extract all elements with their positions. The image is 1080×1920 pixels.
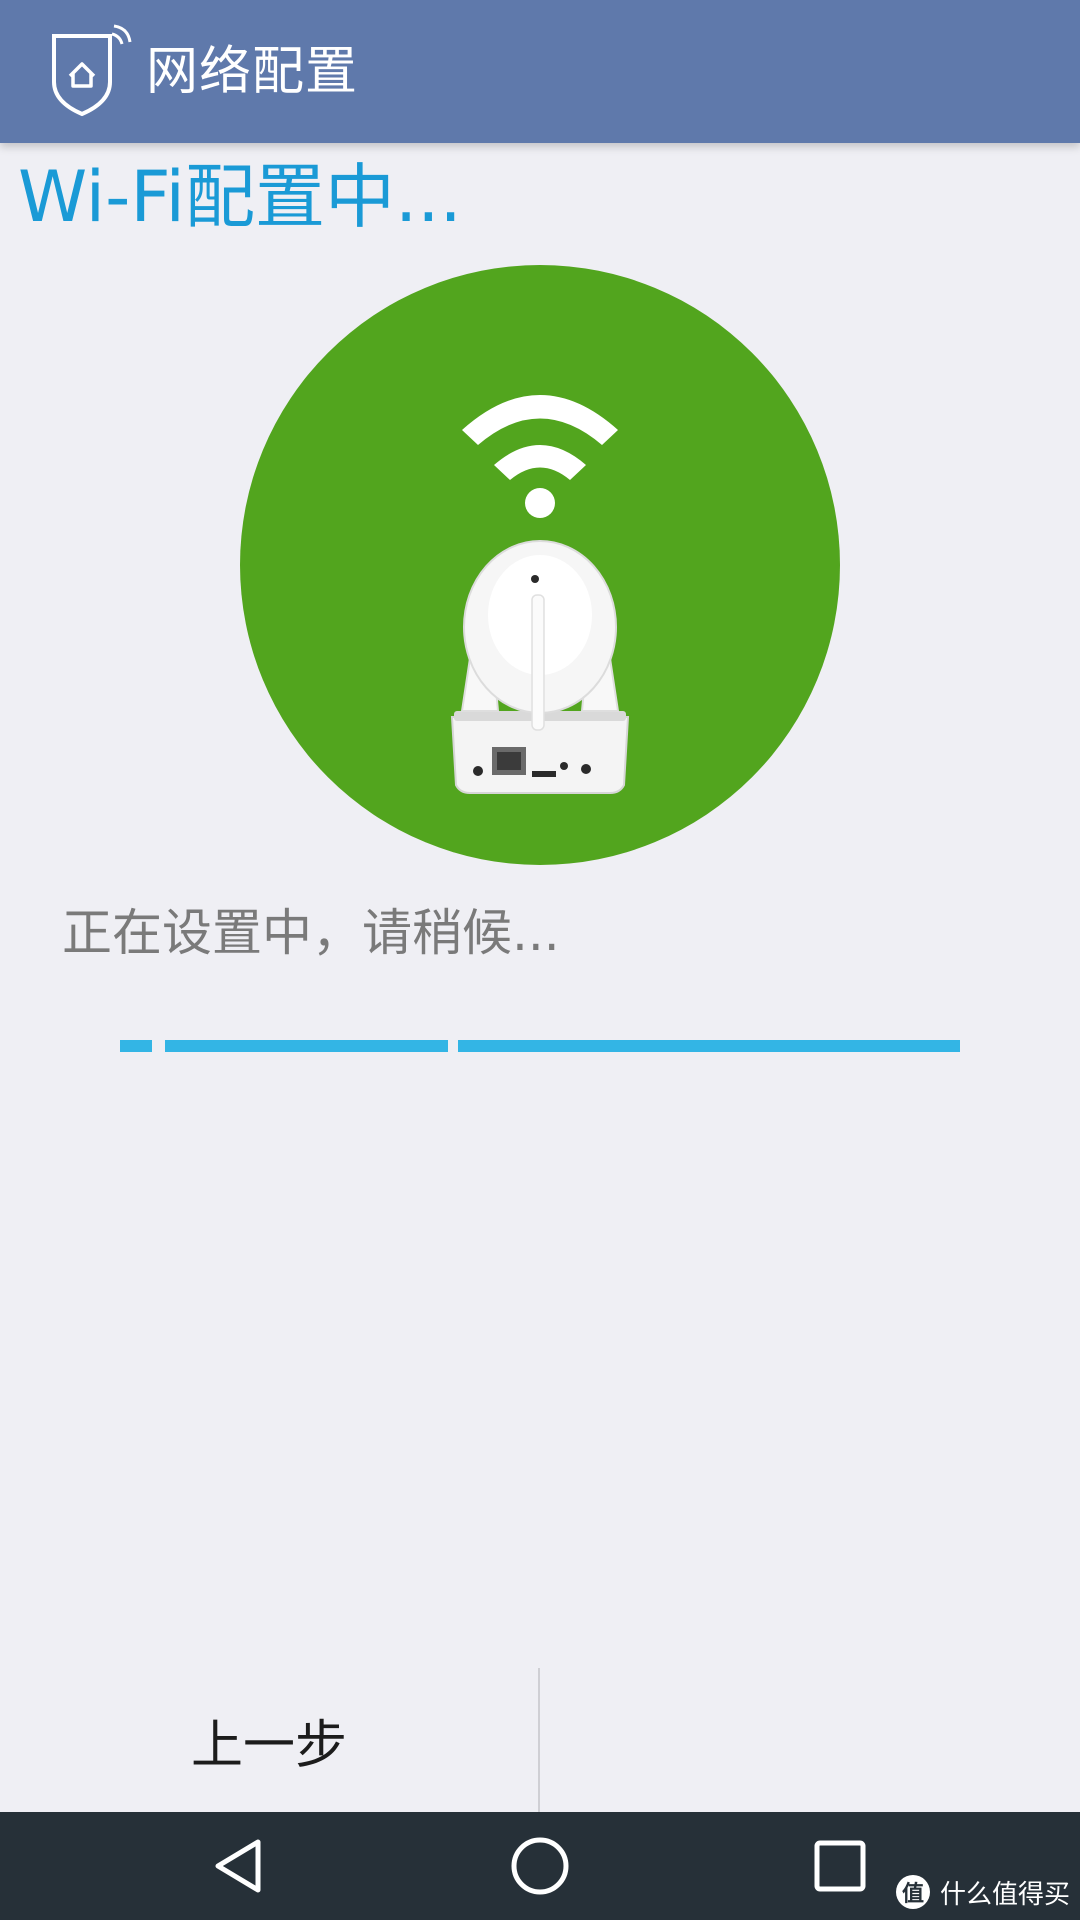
next-step-button[interactable]: [540, 1668, 1080, 1812]
ip-camera-icon: [450, 540, 630, 794]
previous-step-button[interactable]: 上一步: [0, 1668, 538, 1812]
watermark-text: 什么值得买: [939, 1879, 1070, 1910]
back-triangle-icon[interactable]: [160, 1812, 320, 1920]
watermark: 值 什么值得买: [895, 1872, 1070, 1912]
app-bar: 网络配置: [0, 0, 1080, 143]
progress-segment: [120, 1040, 152, 1052]
page-title: Wi-Fi配置中...: [18, 156, 462, 238]
progress-bar: [120, 1040, 960, 1052]
status-message: 正在设置中，请稍候...: [62, 904, 560, 962]
home-shield-icon: [48, 24, 134, 118]
app-bar-title: 网络配置: [146, 42, 359, 102]
watermark-badge: 值: [895, 1875, 930, 1909]
progress-segment: [458, 1040, 960, 1052]
device-illustration: [240, 265, 840, 865]
progress-segment: [165, 1040, 448, 1052]
home-circle-icon[interactable]: [460, 1812, 620, 1920]
bottom-actions: 上一步: [0, 1668, 1080, 1812]
